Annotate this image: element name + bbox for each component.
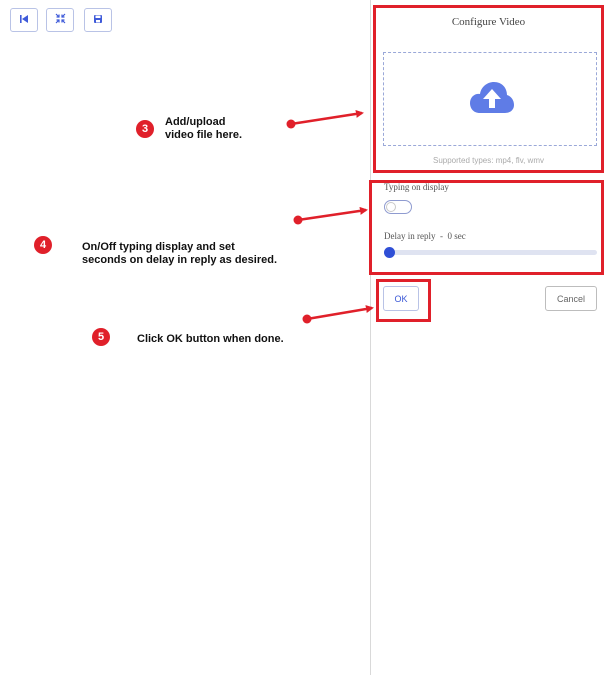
step-5-line1: Click OK button when done. [137, 333, 284, 345]
step-3-note: Add/upload video file here. [165, 116, 242, 142]
step-3-badge: 3 [136, 120, 154, 138]
arrow-4 [293, 206, 368, 225]
annotation-arrows [286, 109, 374, 324]
arrow-3 [286, 109, 364, 129]
step-4-line2: seconds on delay in reply as desired. [82, 254, 278, 266]
arrow-5 [302, 305, 374, 324]
step-3-line2: video file here. [165, 129, 243, 141]
step-5-note: Click OK button when done. [137, 333, 284, 346]
step-4-note: On/Off typing display and set seconds on… [82, 241, 277, 267]
step-4-badge: 4 [34, 236, 52, 254]
step-4-line1: On/Off typing display and set [82, 241, 235, 253]
step-3-line1: Add/upload [165, 116, 226, 128]
step-5-badge: 5 [92, 328, 110, 346]
